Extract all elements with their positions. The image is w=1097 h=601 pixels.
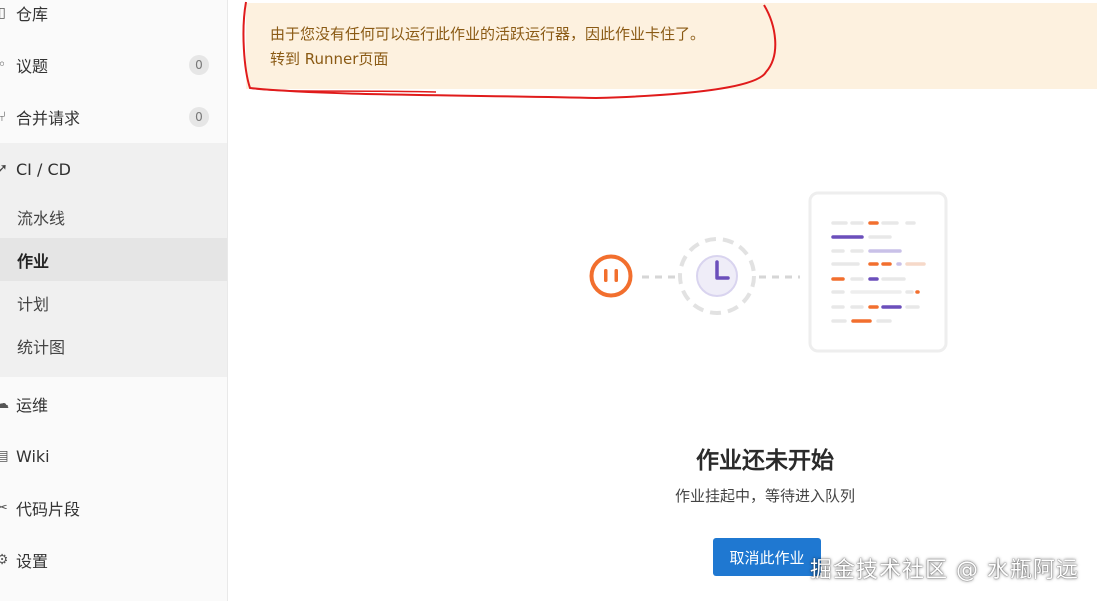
sidebar-subitem-label: 计划 <box>17 294 50 314</box>
rocket-icon: ➚ <box>0 161 8 177</box>
sidebar-item-merge-requests[interactable]: ⑂ 合并请求 0 <box>0 91 227 143</box>
merge-request-icon: ⑂ <box>0 109 7 125</box>
sidebar-item-label: 代码片段 <box>16 500 81 519</box>
sidebar-item-snippets[interactable]: ✂ 代码片段 <box>0 482 227 534</box>
sidebar-subitem-pipelines[interactable]: 流水线 <box>0 195 227 238</box>
sidebar-item-wiki[interactable]: ▤ Wiki <box>0 430 227 482</box>
pause-status-icon <box>589 254 633 298</box>
sidebar-subitem-label: 流水线 <box>17 208 66 228</box>
cancel-job-button[interactable]: 取消此作业 <box>713 538 821 576</box>
sidebar-item-label: 仓库 <box>16 5 49 24</box>
sidebar-subitem-label: 作业 <box>17 251 50 271</box>
book-icon: ▤ <box>0 448 9 464</box>
empty-state-description: 作业挂起中，等待进入队列 <box>674 487 855 505</box>
cloud-icon: ☁ <box>0 396 9 412</box>
sidebar-subitem-schedules[interactable]: 计划 <box>0 281 227 324</box>
empty-state-title: 作业还未开始 <box>696 448 834 474</box>
issues-count-badge: 0 <box>189 55 209 75</box>
sidebar-item-label: 设置 <box>16 552 49 571</box>
gear-icon: ⚙ <box>0 552 9 568</box>
sidebar-item-operations[interactable]: ☁ 运维 <box>0 378 227 430</box>
sidebar-item-settings[interactable]: ⚙ 设置 <box>0 534 227 586</box>
sidebar-item-label: 运维 <box>16 396 49 415</box>
sidebar-group-cicd: ➚ CI / CD 流水线 作业 计划 统计图 <box>0 143 227 377</box>
sidebar-item-label: 合并请求 <box>16 109 81 128</box>
merge-requests-count-badge: 0 <box>189 107 209 127</box>
sidebar-subitem-charts[interactable]: 统计图 <box>0 324 227 367</box>
issues-icon: ◦ <box>0 57 7 73</box>
sidebar-item-label: 议题 <box>16 57 49 76</box>
runner-page-link[interactable]: 转到 Runner页面 <box>270 50 388 68</box>
stuck-job-alert: 由于您没有任何可以运行此作业的活跃运行器，因此作业卡住了。 转到 Runner页… <box>246 3 1097 89</box>
sidebar-item-repository[interactable]: ▯ 仓库 <box>0 0 227 39</box>
clock-icon <box>678 237 756 315</box>
alert-message: 由于您没有任何可以运行此作业的活跃运行器，因此作业卡住了。 <box>270 25 706 43</box>
repository-icon: ▯ <box>0 5 6 21</box>
sidebar-item-cicd[interactable]: ➚ CI / CD <box>0 143 227 195</box>
sidebar-subitem-label: 统计图 <box>17 337 66 357</box>
sidebar-item-label: Wiki <box>16 446 50 466</box>
sidebar: ▯ 仓库 ◦ 议题 0 ⑂ 合并请求 0 ➚ CI / CD 流水线 作业 计划… <box>0 0 228 601</box>
sidebar-item-issues[interactable]: ◦ 议题 0 <box>0 39 227 91</box>
snippet-icon: ✂ <box>0 500 8 516</box>
sidebar-subitem-jobs[interactable]: 作业 <box>0 238 227 281</box>
sidebar-item-label: CI / CD <box>16 159 71 179</box>
watermark-text: 掘金技术社区 @ 水瓶阿远 <box>810 558 1079 583</box>
job-log-card <box>808 191 948 353</box>
